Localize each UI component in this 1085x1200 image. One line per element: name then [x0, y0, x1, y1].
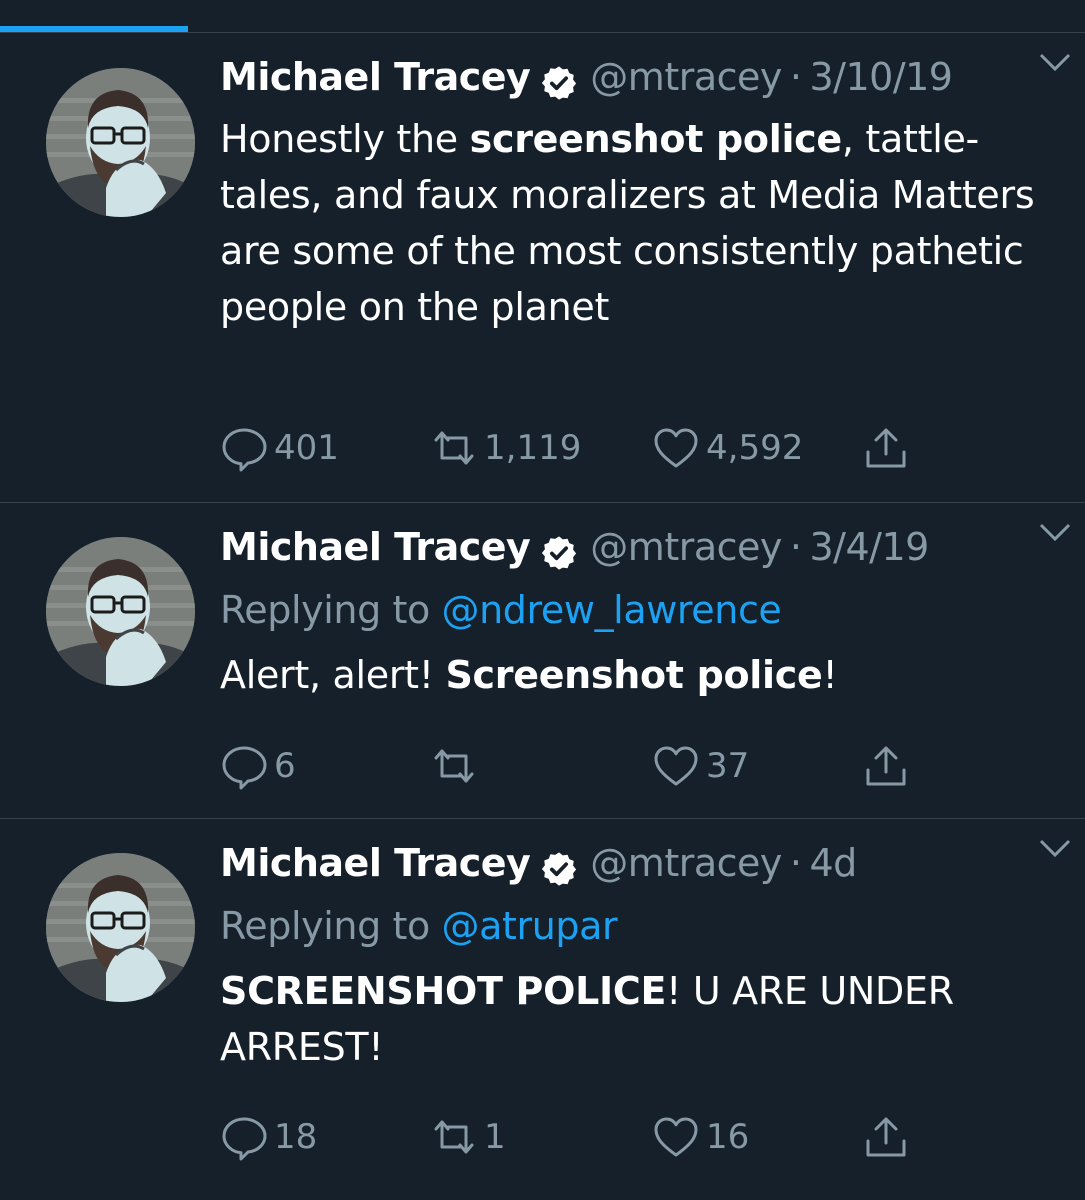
retweet-icon	[434, 431, 474, 465]
reply-button[interactable]: 18	[220, 1107, 317, 1167]
tweet-text-bold: screenshot police	[469, 117, 843, 161]
chevron-down-icon[interactable]	[1037, 47, 1073, 75]
share-icon	[866, 746, 906, 786]
replying-to-label: Replying to	[220, 588, 442, 632]
reply-icon	[222, 746, 267, 790]
action-bar: 401 1,119 4,592	[220, 418, 1050, 478]
mention-link[interactable]: @atrupar	[442, 904, 618, 948]
handle[interactable]: @mtracey	[590, 525, 782, 569]
share-button[interactable]	[862, 1107, 916, 1167]
separator-dot: ·	[789, 841, 802, 885]
retweet-button[interactable]: 1,119	[430, 418, 581, 478]
tweet-text-bold: SCREENSHOT POLICE	[220, 969, 667, 1013]
reply-icon	[222, 1117, 267, 1161]
share-icon	[866, 428, 906, 468]
active-tab-indicator	[0, 26, 188, 32]
retweet-count: 1,119	[484, 428, 582, 468]
tweet-text-part: !	[822, 653, 838, 697]
tweet-text-part: Honestly the	[220, 117, 470, 161]
avatar[interactable]	[46, 853, 195, 1002]
retweet-icon	[434, 1120, 474, 1154]
display-name[interactable]: Michael Tracey	[220, 525, 531, 569]
avatar-image	[46, 68, 195, 217]
display-name[interactable]: Michael Tracey	[220, 55, 531, 99]
verified-badge-icon	[542, 66, 577, 100]
tweet-header: Michael Tracey @mtracey · 3/4/19	[220, 525, 1050, 581]
reply-button[interactable]: 401	[220, 418, 339, 478]
tab-bar	[0, 0, 1085, 33]
chevron-down-icon[interactable]	[1037, 517, 1073, 545]
heart-icon	[654, 428, 698, 468]
avatar-image	[46, 537, 195, 686]
avatar[interactable]	[46, 68, 195, 217]
like-count: 4,592	[706, 428, 804, 468]
avatar-image	[46, 853, 195, 1002]
separator-dot: ·	[789, 525, 802, 569]
tweet-header: Michael Tracey @mtracey · 3/10/19	[220, 55, 1050, 111]
tweet-text: SCREENSHOT POLICE! U ARE UNDER ARREST!	[220, 963, 1050, 1075]
retweet-button[interactable]: 1	[430, 1107, 506, 1167]
tweet[interactable]: Michael Tracey @mtracey · 3/4/19 Replyin…	[0, 503, 1085, 819]
mention-link[interactable]: @ndrew_lawrence	[442, 588, 782, 632]
like-button[interactable]: 4,592	[652, 418, 803, 478]
retweet-button[interactable]	[430, 736, 484, 796]
tweet[interactable]: Michael Tracey @mtracey · 3/10/19 Honest…	[0, 33, 1085, 503]
reply-button[interactable]: 6	[220, 736, 296, 796]
tweet-text: Alert, alert! Screenshot police!	[220, 647, 1050, 703]
reply-count: 6	[274, 746, 296, 786]
retweet-icon	[434, 749, 474, 783]
tweet-text-part: Alert, alert!	[220, 653, 446, 697]
tweet-text-bold: Screenshot police	[445, 653, 823, 697]
heart-icon	[654, 746, 698, 786]
verified-badge-icon	[542, 536, 577, 570]
like-count: 37	[706, 746, 750, 786]
handle[interactable]: @mtracey	[590, 841, 782, 885]
tweet[interactable]: Michael Tracey @mtracey · 4d Replying to…	[0, 819, 1085, 1200]
display-name[interactable]: Michael Tracey	[220, 841, 531, 885]
tweet-text: Honestly the screenshot police, tattle-t…	[220, 111, 1050, 335]
replying-to: Replying to @atrupar	[220, 897, 1050, 955]
reply-icon	[222, 428, 267, 472]
reply-count: 401	[274, 428, 339, 468]
heart-icon	[654, 1117, 698, 1157]
like-button[interactable]: 16	[652, 1107, 749, 1167]
share-icon	[866, 1117, 906, 1157]
timestamp[interactable]: 3/4/19	[809, 525, 929, 569]
reply-count: 18	[274, 1117, 318, 1157]
tweet-header: Michael Tracey @mtracey · 4d	[220, 841, 1050, 897]
like-count: 16	[706, 1117, 750, 1157]
action-bar: 18 1 16	[220, 1107, 1050, 1167]
retweet-count: 1	[484, 1117, 506, 1157]
timestamp[interactable]: 3/10/19	[809, 55, 953, 99]
separator-dot: ·	[789, 55, 802, 99]
verified-badge-icon	[542, 852, 577, 886]
handle[interactable]: @mtracey	[590, 55, 782, 99]
share-button[interactable]	[862, 418, 916, 478]
action-bar: 6 37	[220, 736, 1050, 796]
replying-to-label: Replying to	[220, 904, 442, 948]
like-button[interactable]: 37	[652, 736, 749, 796]
replying-to: Replying to @ndrew_lawrence	[220, 581, 1050, 639]
avatar[interactable]	[46, 537, 195, 686]
timestamp[interactable]: 4d	[809, 841, 857, 885]
share-button[interactable]	[862, 736, 916, 796]
chevron-down-icon[interactable]	[1037, 833, 1073, 861]
